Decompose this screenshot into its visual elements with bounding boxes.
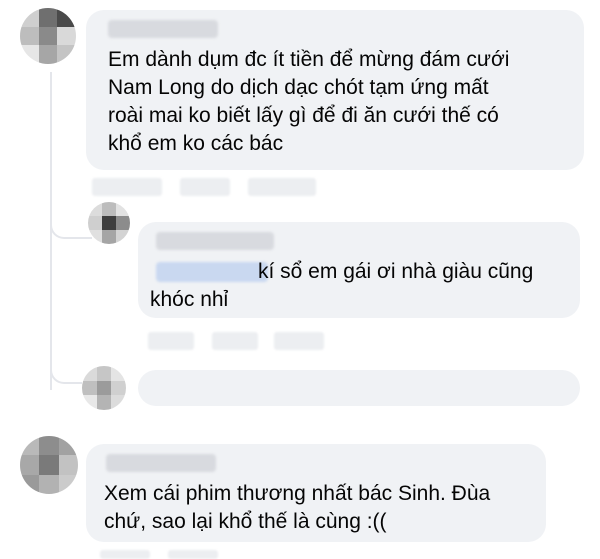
reply-bubble: kí sổ em gái ơi nhà giàu cũng khóc nhỉ xyxy=(138,222,580,318)
blurred-comment-actions[interactable] xyxy=(212,332,258,350)
blurred-author-name[interactable] xyxy=(106,454,216,472)
reply-bar[interactable] xyxy=(138,370,580,406)
avatar[interactable] xyxy=(82,366,126,410)
blurred-comment-actions[interactable] xyxy=(168,550,218,559)
comment-bubble: Xem cái phim thương nhất bác Sinh. Đùa c… xyxy=(86,444,546,542)
comment-text-line: Em dành dụm đc ít tiền để mừng đám cưới xyxy=(108,48,510,71)
comment-text-line: roài mai ko biết lấy gì để đi ăn cưới th… xyxy=(108,104,499,127)
pixelated-avatar xyxy=(82,366,126,410)
blurred-comment-actions[interactable] xyxy=(248,178,316,196)
blurred-comment-actions[interactable] xyxy=(180,178,230,196)
pixelated-avatar xyxy=(20,8,76,64)
comment-text-line: Xem cái phim thương nhất bác Sinh. Đùa xyxy=(104,482,491,505)
pixelated-avatar xyxy=(20,436,78,494)
comment-text-line: khổ em ko các bác xyxy=(108,132,284,155)
blurred-comment-actions[interactable] xyxy=(148,332,194,350)
comment-text-line: khóc nhỉ xyxy=(150,288,229,311)
blurred-author-name[interactable] xyxy=(108,20,218,38)
blurred-comment-actions[interactable] xyxy=(92,178,162,196)
blurred-comment-actions[interactable] xyxy=(100,550,150,559)
comment-text-line: kí sổ em gái ơi nhà giàu cũng xyxy=(258,260,534,283)
blurred-tagged-name[interactable] xyxy=(156,262,268,282)
avatar[interactable] xyxy=(20,8,76,64)
comment-bubble: Em dành dụm đc ít tiền để mừng đám cưới … xyxy=(86,10,584,170)
comment-text-line: Nam Long do dịch dạc chót tạm ứng mất xyxy=(108,76,489,99)
avatar[interactable] xyxy=(20,436,78,494)
pixelated-avatar xyxy=(88,202,130,244)
thread-line-reply-branch xyxy=(50,215,92,239)
blurred-comment-actions[interactable] xyxy=(274,332,324,350)
thread-line-more-branch xyxy=(50,360,82,384)
blurred-author-name[interactable] xyxy=(156,232,274,250)
comment-text-line: chứ, sao lại khổ thế là cùng :(( xyxy=(104,510,387,533)
avatar[interactable] xyxy=(88,202,130,244)
